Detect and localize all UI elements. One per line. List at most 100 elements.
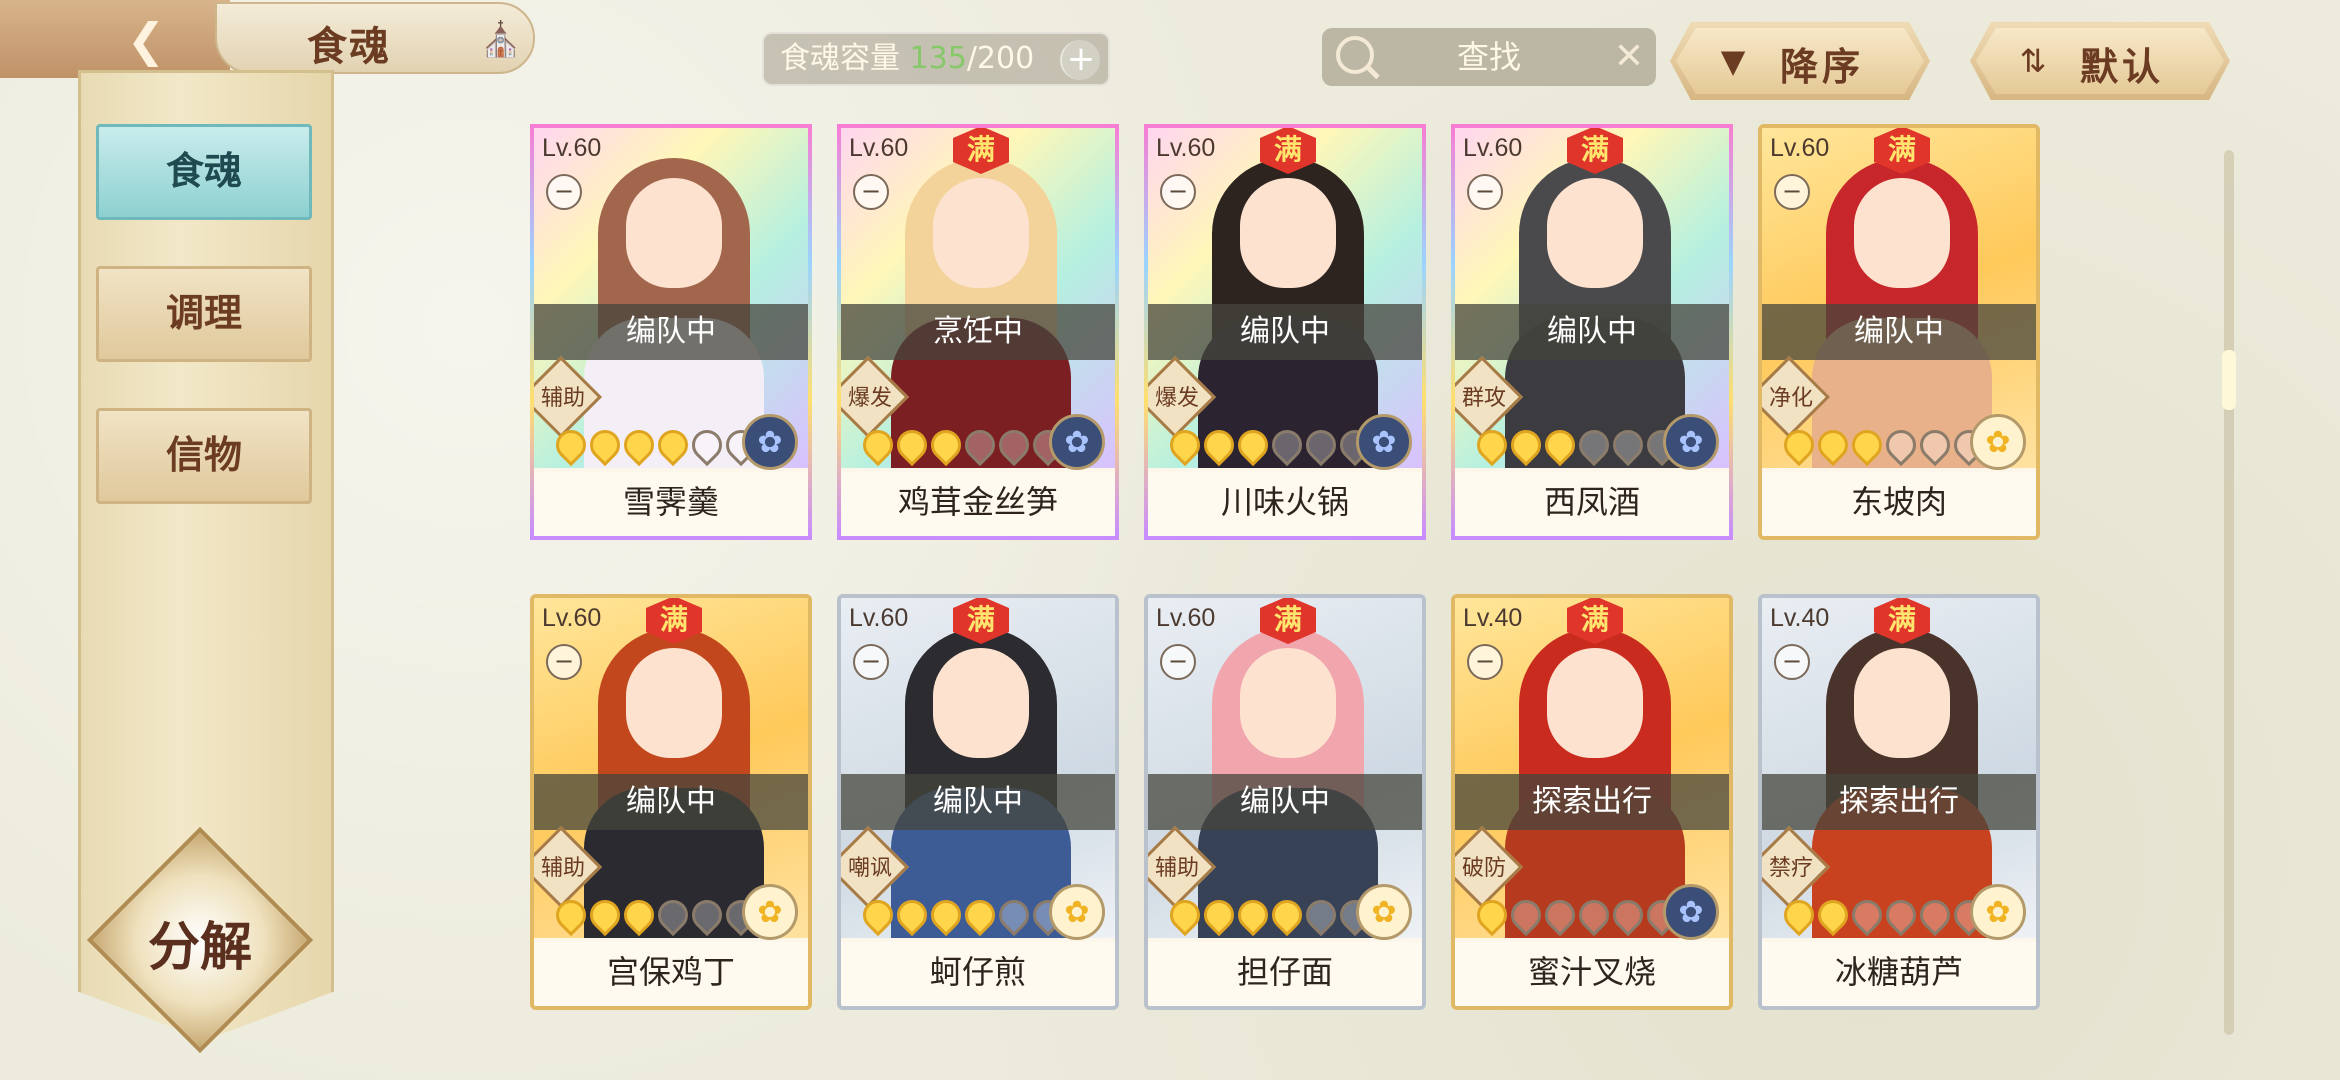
food-soul-card[interactable]: Lv.60 − 编队中 辅助 ✿ 雪霁羹 [530,124,812,540]
role-label: 辅助 [540,386,585,411]
food-soul-name: 担仔面 [1148,942,1422,1006]
role-label: 破防 [1461,856,1506,881]
star-icon [1572,423,1616,467]
element-flower-icon: ✿ [1970,884,2026,940]
star-icon [1265,423,1309,467]
search-input[interactable]: 查找 ✕ [1322,28,1656,86]
food-soul-card[interactable]: Lv.60 满 − 编队中 嘲讽 ✿ 蚵仔煎 [837,594,1119,1010]
role-label: 辅助 [540,856,585,881]
star-icon [1879,423,1923,467]
clear-search-icon[interactable]: ✕ [1614,34,1644,80]
lock-icon[interactable]: − [1467,174,1503,210]
food-soul-card[interactable]: Lv.60 满 − 烹饪中 爆发 ✿ 鸡茸金丝笋 [837,124,1119,540]
scrollbar-thumb[interactable] [2222,350,2236,410]
star-rating [1470,893,1684,937]
star-icon [1299,893,1343,937]
star-rating [856,893,1070,937]
star-icon [1845,893,1889,937]
star-icon [1606,423,1650,467]
star-icon [1538,423,1582,467]
star-rating [1163,423,1377,467]
element-flower-icon: ✿ [1970,414,2026,470]
food-soul-card[interactable]: Lv.60 满 − 编队中 辅助 ✿ 担仔面 [1144,594,1426,1010]
lock-icon[interactable]: − [546,174,582,210]
element-flower-icon: ✿ [742,414,798,470]
lock-icon[interactable]: − [1774,644,1810,680]
food-soul-card[interactable]: Lv.60 满 − 编队中 辅助 ✿ 宫保鸡丁 [530,594,812,1010]
status-banner: 探索出行 [1455,774,1729,830]
sort-order-label: 降序 [1780,45,1865,89]
add-capacity-button[interactable]: + [1060,40,1100,80]
tab-food-souls[interactable]: 食魂 [96,124,312,220]
back-button[interactable]: ❮ [0,0,230,78]
sort-mode-button[interactable]: ⇅ 默认 [1970,22,2230,100]
lock-icon[interactable]: − [853,174,889,210]
star-icon [958,893,1002,937]
role-label: 辅助 [1154,856,1199,881]
role-label: 群攻 [1461,386,1506,411]
search-placeholder: 查找 [1456,38,1521,76]
element-flower-icon: ✿ [1049,414,1105,470]
sort-mode-label: 默认 [2080,45,2165,89]
food-soul-card[interactable]: Lv.60 满 − 编队中 爆发 ✿ 川味火锅 [1144,124,1426,540]
status-banner: 编队中 [841,774,1115,830]
star-icon [856,893,900,937]
food-soul-name: 雪霁羹 [534,472,808,536]
star-icon [549,893,593,937]
scrollbar-track[interactable] [2224,150,2234,1035]
role-label: 爆发 [847,386,892,411]
role-label: 禁疗 [1768,856,1813,881]
status-banner: 烹饪中 [841,304,1115,360]
status-banner: 编队中 [1148,774,1422,830]
element-flower-icon: ✿ [742,884,798,940]
level-label: Lv.60 [542,134,602,162]
capacity-max: /200 [966,41,1035,76]
capacity-indicator: 食魂容量 135/200 + [762,32,1110,86]
star-rating [1777,423,1991,467]
status-banner: 探索出行 [1762,774,2036,830]
level-label: Lv.60 [542,604,602,632]
lock-icon[interactable]: − [853,644,889,680]
star-icon [1163,423,1207,467]
level-label: Lv.40 [1770,604,1830,632]
element-flower-icon: ✿ [1049,884,1105,940]
element-flower-icon: ✿ [1356,414,1412,470]
tab-cooking[interactable]: 调理 [96,266,312,362]
element-flower-icon: ✿ [1663,414,1719,470]
food-soul-name: 东坡肉 [1762,472,2036,536]
star-icon [1299,423,1343,467]
star-icon [856,423,900,467]
lock-icon[interactable]: − [1160,174,1196,210]
tab-tokens[interactable]: 信物 [96,408,312,504]
star-rating [549,423,763,467]
star-icon [1538,893,1582,937]
food-soul-card[interactable]: Lv.60 满 − 编队中 净化 ✿ 东坡肉 [1758,124,2040,540]
star-icon [651,893,695,937]
star-icon [1845,423,1889,467]
lock-icon[interactable]: − [546,644,582,680]
star-icon [890,423,934,467]
star-icon [1504,423,1548,467]
lock-icon[interactable]: − [1774,174,1810,210]
home-pavilion-icon[interactable]: ⛪ [479,20,523,60]
star-icon [651,423,695,467]
level-label: Lv.60 [1156,604,1216,632]
food-soul-card[interactable]: Lv.40 满 − 探索出行 禁疗 ✿ 冰糖葫芦 [1758,594,2040,1010]
food-soul-card[interactable]: Lv.60 满 − 编队中 群攻 ✿ 西凤酒 [1451,124,1733,540]
star-icon [1777,423,1821,467]
star-icon [583,423,627,467]
star-icon [1231,423,1275,467]
food-soul-card[interactable]: Lv.40 满 − 探索出行 破防 ✿ 蜜汁叉烧 [1451,594,1733,1010]
sort-order-button[interactable]: ▼ 降序 [1670,22,1930,100]
element-flower-icon: ✿ [1663,884,1719,940]
star-icon [1470,893,1514,937]
star-icon [992,893,1036,937]
food-soul-name: 西凤酒 [1455,472,1729,536]
decompose-label: 分解 [147,918,252,978]
star-icon [992,423,1036,467]
food-soul-name: 鸡茸金丝笋 [841,472,1115,536]
star-icon [1811,893,1855,937]
lock-icon[interactable]: − [1160,644,1196,680]
star-icon [1811,423,1855,467]
lock-icon[interactable]: − [1467,644,1503,680]
